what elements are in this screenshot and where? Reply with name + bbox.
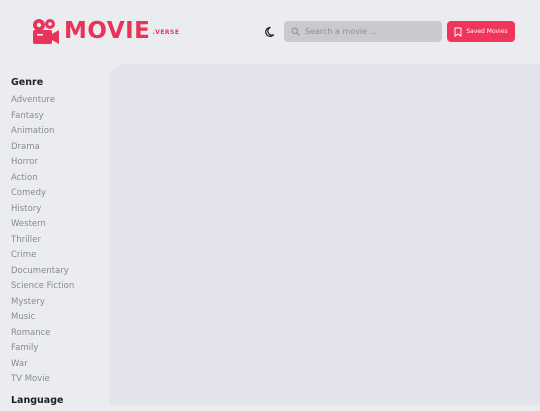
genre-item[interactable]: Adventure [11, 93, 106, 109]
genre-item[interactable]: History [11, 202, 106, 218]
search-input[interactable] [305, 27, 435, 36]
saved-movies-button[interactable]: Saved Movies [447, 21, 515, 42]
genre-item[interactable]: Drama [11, 140, 106, 156]
genre-item[interactable]: Fantasy [11, 109, 106, 125]
genre-item[interactable]: Western [11, 217, 106, 233]
logo-wordmark: MOVIE [64, 18, 151, 44]
genre-item[interactable]: Thriller [11, 233, 106, 249]
logo[interactable]: MOVIE .VERSE [30, 17, 179, 47]
genre-item[interactable]: Science Fiction [11, 279, 106, 295]
genre-item[interactable]: Romance [11, 326, 106, 342]
search-box[interactable] [284, 21, 442, 42]
main-content-panel [110, 64, 540, 405]
language-heading: Language [11, 394, 64, 406]
genre-heading: Genre [11, 77, 44, 88]
genre-item[interactable]: Documentary [11, 264, 106, 280]
saved-movies-label: Saved Movies [466, 28, 508, 35]
genre-item[interactable]: Crime [11, 248, 106, 264]
search-icon [291, 27, 300, 36]
genre-item[interactable]: War [11, 357, 106, 373]
logo-suffix: .VERSE [152, 29, 180, 36]
genre-item[interactable]: Comedy [11, 186, 106, 202]
genre-item[interactable]: TV Movie [11, 372, 106, 388]
genre-list: Adventure Fantasy Animation Drama Horror… [11, 93, 106, 388]
genre-item[interactable]: Mystery [11, 295, 106, 311]
genre-item[interactable]: Action [11, 171, 106, 187]
genre-item[interactable]: Horror [11, 155, 106, 171]
film-camera-icon [33, 19, 59, 44]
sidebar: Genre Adventure Fantasy Animation Drama … [11, 75, 106, 411]
genre-item[interactable]: Family [11, 341, 106, 357]
header: MOVIE .VERSE Saved Movies [0, 0, 540, 64]
genre-item[interactable]: Animation [11, 124, 106, 140]
bookmark-icon [454, 27, 462, 37]
moon-icon[interactable] [265, 26, 277, 38]
genre-item[interactable]: Music [11, 310, 106, 326]
